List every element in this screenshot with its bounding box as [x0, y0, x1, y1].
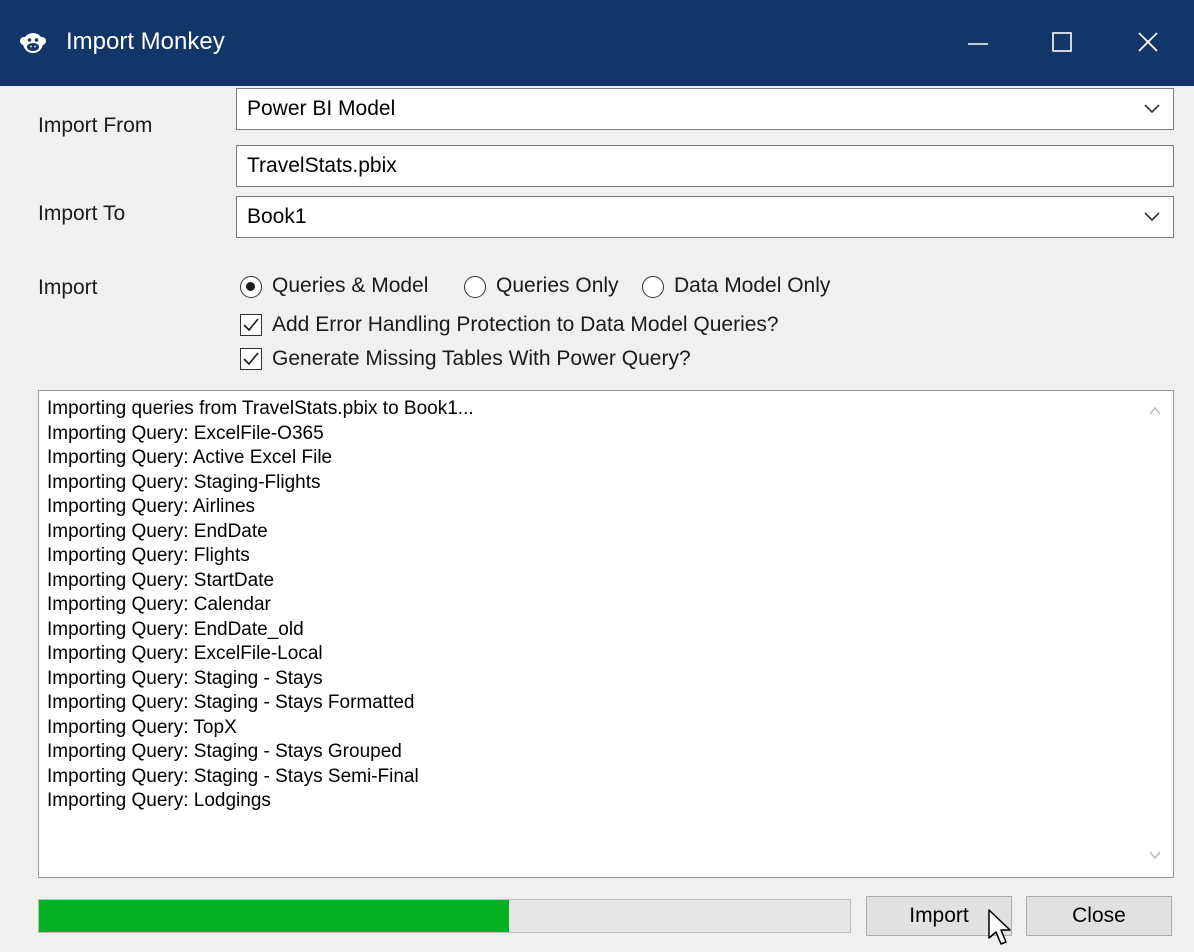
radio-circle: [464, 276, 486, 298]
import-from-value: Power BI Model: [247, 97, 396, 120]
close-button[interactable]: Close: [1026, 896, 1172, 936]
radio-data-model-only[interactable]: Data Model Only: [642, 274, 852, 302]
radio-label: Data Model Only: [674, 274, 831, 297]
radio-label: Queries Only: [496, 274, 619, 297]
checkbox-label: Generate Missing Tables With Power Query…: [272, 347, 691, 370]
log-line: Importing Query: EndDate: [47, 520, 268, 542]
log-line: Importing Query: Staging - Stays Formatt…: [47, 692, 415, 713]
log-line: Importing Query: Airlines: [47, 496, 256, 517]
import-monkey-window: Import Monkey Import From Power BI Model…: [0, 0, 1194, 952]
checkbox-error-handling[interactable]: Add Error Handling Protection to Data Mo…: [240, 313, 820, 340]
radio-queries-only[interactable]: Queries Only: [464, 274, 634, 302]
radio-queries-and-model[interactable]: Queries & Model: [240, 274, 450, 302]
import-to-value: Book1: [247, 205, 307, 228]
chevron-down-icon: [1144, 104, 1160, 114]
checkbox-box: [240, 314, 262, 336]
progress-fill: [39, 900, 510, 932]
radio-label: Queries & Model: [272, 274, 429, 297]
import-progress-bar: [38, 899, 851, 933]
log-line: Importing Query: Staging - Stays Semi-Fi…: [47, 765, 419, 787]
log-line: Importing Query: EndDate_old: [47, 618, 304, 640]
log-line: Importing Query: TopX: [47, 716, 237, 738]
maximize-button[interactable]: [1022, 0, 1102, 86]
log-line: Importing Query: Lodgings: [47, 790, 271, 811]
close-icon: [1138, 32, 1158, 52]
import-from-dropdown[interactable]: Power BI Model: [236, 88, 1174, 130]
log-line: Importing Query: ExcelFile-O365: [47, 422, 324, 444]
log-line: Importing Query: Staging - Stays Grouped: [47, 741, 402, 762]
log-line: Importing Query: ExcelFile-Local: [47, 643, 323, 664]
log-line: Importing Query: Staging-Flights: [47, 471, 321, 493]
checkbox-box: [240, 348, 262, 370]
log-line: Importing Query: Active Excel File: [47, 447, 333, 468]
log-line: Importing Query: Staging - Stays: [47, 667, 323, 689]
close-window-button[interactable]: [1108, 0, 1188, 86]
radio-circle: [642, 276, 664, 298]
radio-circle: [240, 276, 262, 298]
minimize-icon: [968, 43, 988, 45]
chevron-down-icon: [1144, 212, 1160, 222]
import-to-label: Import To: [38, 202, 126, 225]
mouse-pointer-icon: [988, 909, 1011, 945]
checkbox-label: Add Error Handling Protection to Data Mo…: [272, 313, 779, 336]
checkbox-generate-missing-tables[interactable]: Generate Missing Tables With Power Query…: [240, 347, 740, 374]
monkey-icon: [20, 33, 46, 53]
minimize-button[interactable]: [938, 0, 1018, 86]
log-lines: Importing queries from TravelStats.pbix …: [47, 397, 474, 814]
radio-dot: [246, 282, 255, 291]
import-to-dropdown[interactable]: Book1: [236, 196, 1174, 238]
checkmark-icon: [243, 352, 259, 366]
file-path-input[interactable]: TravelStats.pbix: [236, 145, 1174, 187]
maximize-icon: [1052, 32, 1072, 52]
log-line: Importing Query: Flights: [47, 545, 250, 566]
import-label: Import: [38, 276, 98, 299]
scroll-down-arrow-icon[interactable]: [1147, 847, 1163, 863]
scroll-up-arrow-icon[interactable]: [1147, 403, 1163, 419]
title-bar[interactable]: Import Monkey: [0, 0, 1194, 86]
log-line: Importing Query: StartDate: [47, 569, 275, 591]
log-line: Importing Query: Calendar: [47, 594, 271, 615]
checkmark-icon: [243, 318, 259, 332]
vertical-scrollbar[interactable]: [1137, 391, 1173, 877]
import-from-label: Import From: [38, 114, 153, 137]
file-path-value: TravelStats.pbix: [247, 154, 397, 177]
window-title: Import Monkey: [66, 28, 225, 55]
import-log-textbox[interactable]: Importing queries from TravelStats.pbix …: [38, 390, 1174, 878]
log-line: Importing queries from TravelStats.pbix …: [47, 398, 474, 419]
